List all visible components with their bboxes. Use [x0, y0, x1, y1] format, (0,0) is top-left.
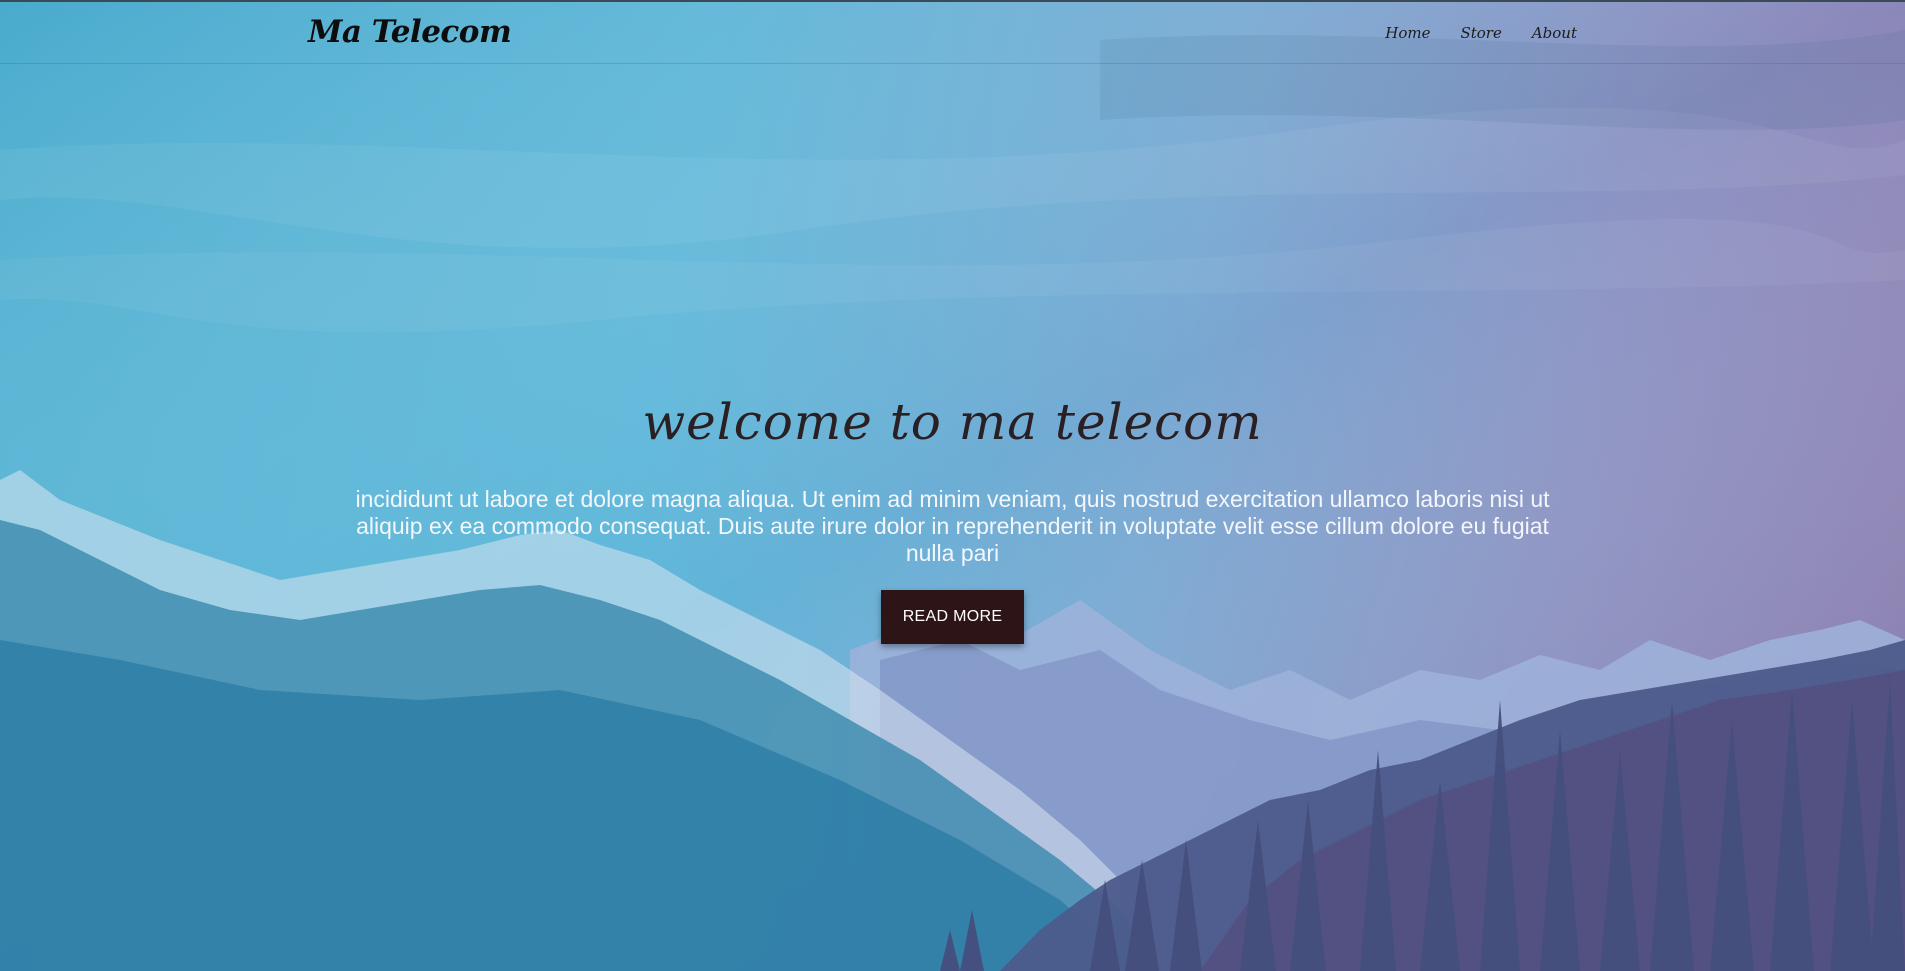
hero-section: Ma Telecom Home Store About welcome to m… — [0, 0, 1905, 971]
nav-links: Home Store About — [1385, 24, 1577, 42]
brand-logo-link[interactable]: Ma Telecom — [308, 14, 512, 50]
nav-item-home[interactable]: Home — [1385, 24, 1430, 42]
nav-item-about[interactable]: About — [1532, 24, 1577, 42]
hero-title: welcome to ma telecom — [642, 393, 1263, 451]
hero-description: incididunt ut labore et dolore magna ali… — [355, 486, 1550, 566]
hero-content: welcome to ma telecom incididunt ut labo… — [0, 382, 1905, 644]
nav-item-store[interactable]: Store — [1460, 24, 1501, 42]
read-more-button[interactable]: READ MORE — [881, 590, 1024, 644]
top-navbar: Ma Telecom Home Store About — [0, 0, 1905, 64]
